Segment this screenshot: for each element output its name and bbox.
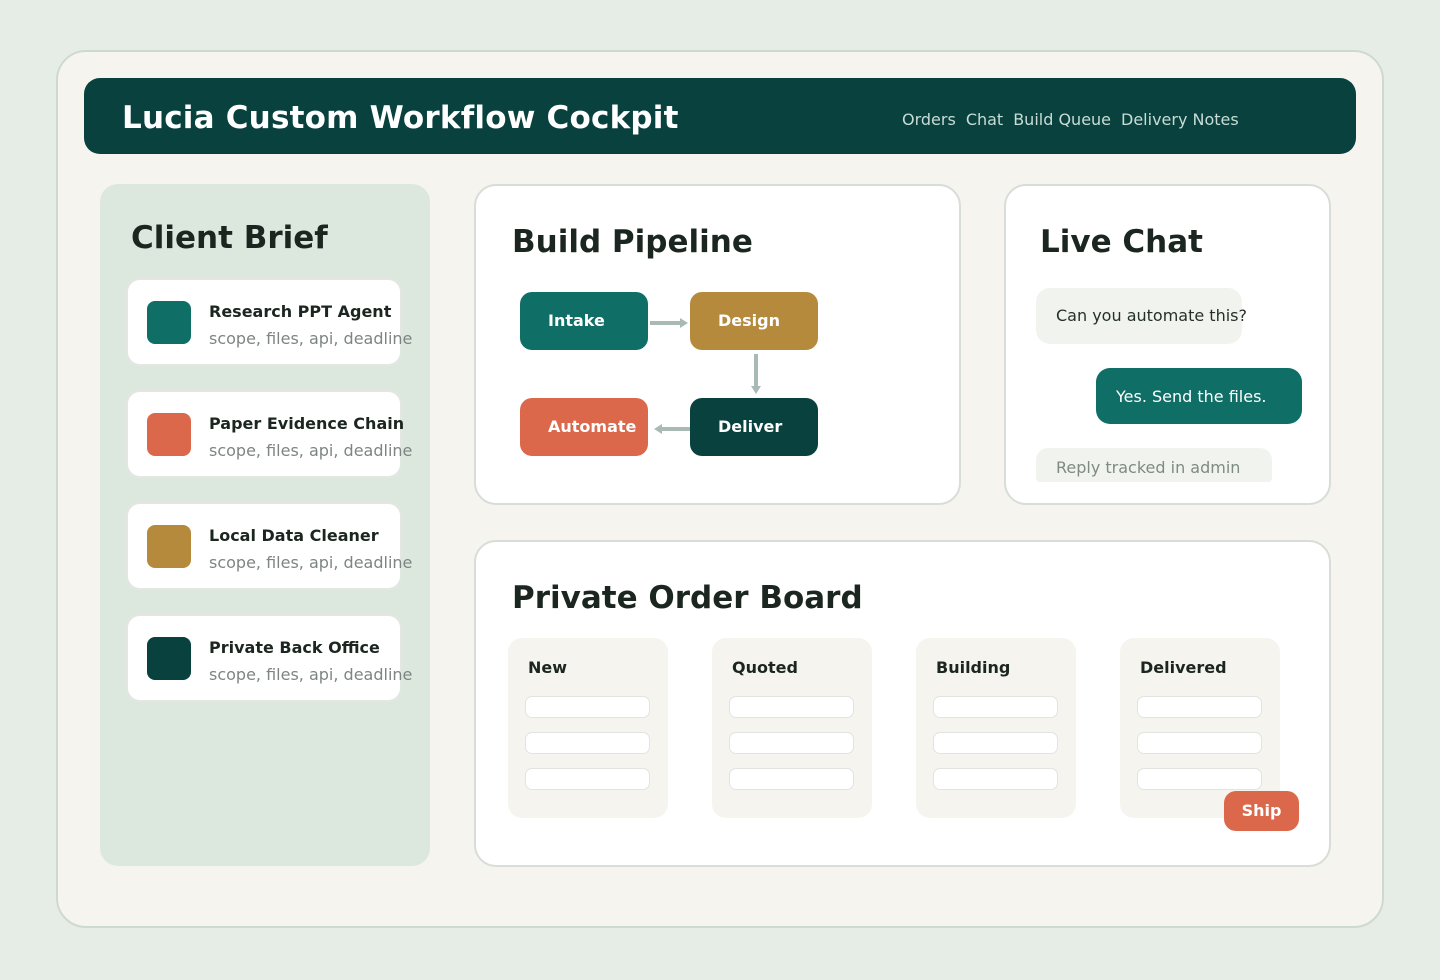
arrow-deliver-to-automate bbox=[654, 424, 690, 434]
order-card-slot[interactable] bbox=[933, 732, 1058, 754]
order-card-slot[interactable] bbox=[525, 732, 650, 754]
private-order-board-panel: Private Order Board New Quoted Building … bbox=[474, 540, 1331, 867]
board-column-building: Building bbox=[916, 638, 1076, 818]
client-brief-title: Client Brief bbox=[131, 220, 328, 256]
live-chat-title: Live Chat bbox=[1040, 224, 1203, 260]
order-card-slot[interactable] bbox=[1137, 768, 1262, 790]
order-card-slot[interactable] bbox=[933, 768, 1058, 790]
pipeline-node-automate[interactable]: Automate bbox=[520, 398, 648, 456]
build-pipeline-panel: Build Pipeline Intake Design Automate De… bbox=[474, 184, 961, 505]
brief-item-subtitle: scope, files, api, deadline bbox=[209, 665, 413, 684]
column-header: Delivered bbox=[1140, 658, 1227, 677]
brief-item-name: Local Data Cleaner bbox=[209, 526, 379, 545]
board-column-quoted: Quoted bbox=[712, 638, 872, 818]
order-card-slot[interactable] bbox=[729, 768, 854, 790]
pipeline-node-design[interactable]: Design bbox=[690, 292, 818, 350]
brief-item-swatch bbox=[147, 413, 191, 456]
chat-reply-input[interactable]: Reply tracked in admin bbox=[1036, 448, 1272, 482]
nav-delivery-notes[interactable]: Delivery Notes bbox=[1121, 110, 1239, 129]
brief-item-subtitle: scope, files, api, deadline bbox=[209, 329, 413, 348]
app-title: Lucia Custom Workflow Cockpit bbox=[122, 100, 679, 136]
column-header: Building bbox=[936, 658, 1011, 677]
order-card-slot[interactable] bbox=[729, 732, 854, 754]
top-nav: Orders Chat Build Queue Delivery Notes bbox=[902, 110, 1239, 129]
brief-item-swatch bbox=[147, 525, 191, 568]
order-card-slot[interactable] bbox=[729, 696, 854, 718]
brief-item-subtitle: scope, files, api, deadline bbox=[209, 553, 413, 572]
chat-message-incoming: Can you automate this? bbox=[1036, 288, 1247, 344]
nav-orders[interactable]: Orders bbox=[902, 110, 956, 129]
brief-item-local-data-cleaner[interactable]: Local Data Cleaner scope, files, api, de… bbox=[126, 502, 412, 590]
board-column-new: New bbox=[508, 638, 668, 818]
chat-message-outgoing: Yes. Send the files. bbox=[1096, 368, 1302, 424]
arrow-design-to-deliver bbox=[751, 354, 761, 394]
live-chat-panel: Live Chat Can you automate this? Yes. Se… bbox=[1004, 184, 1331, 505]
order-card-slot[interactable] bbox=[1137, 696, 1262, 718]
order-card-slot[interactable] bbox=[525, 696, 650, 718]
order-card-slot[interactable] bbox=[933, 696, 1058, 718]
brief-item-name: Research PPT Agent bbox=[209, 302, 392, 321]
column-header: New bbox=[528, 658, 568, 677]
nav-chat[interactable]: Chat bbox=[966, 110, 1003, 129]
pipeline-node-deliver[interactable]: Deliver bbox=[690, 398, 818, 456]
pipeline-node-intake[interactable]: Intake bbox=[520, 292, 648, 350]
client-brief-panel: Client Brief Research PPT Agent scope, f… bbox=[100, 184, 430, 866]
brief-item-private-back-office[interactable]: Private Back Office scope, files, api, d… bbox=[126, 614, 412, 702]
brief-item-subtitle: scope, files, api, deadline bbox=[209, 441, 413, 460]
brief-item-name: Private Back Office bbox=[209, 638, 380, 657]
brief-item-name: Paper Evidence Chain bbox=[209, 414, 405, 433]
order-board-title: Private Order Board bbox=[512, 580, 863, 616]
brief-item-research-ppt-agent[interactable]: Research PPT Agent scope, files, api, de… bbox=[126, 278, 412, 366]
brief-item-paper-evidence-chain[interactable]: Paper Evidence Chain scope, files, api, … bbox=[126, 390, 412, 478]
order-card-slot[interactable] bbox=[525, 768, 650, 790]
order-card-slot[interactable] bbox=[1137, 732, 1262, 754]
column-header: Quoted bbox=[732, 658, 798, 677]
brief-item-swatch bbox=[147, 637, 191, 680]
brief-item-swatch bbox=[147, 301, 191, 344]
ship-button[interactable]: Ship bbox=[1224, 791, 1299, 831]
app-header: Lucia Custom Workflow Cockpit Orders Cha… bbox=[84, 78, 1356, 154]
nav-build-queue[interactable]: Build Queue bbox=[1013, 110, 1111, 129]
arrow-intake-to-design bbox=[650, 318, 688, 328]
